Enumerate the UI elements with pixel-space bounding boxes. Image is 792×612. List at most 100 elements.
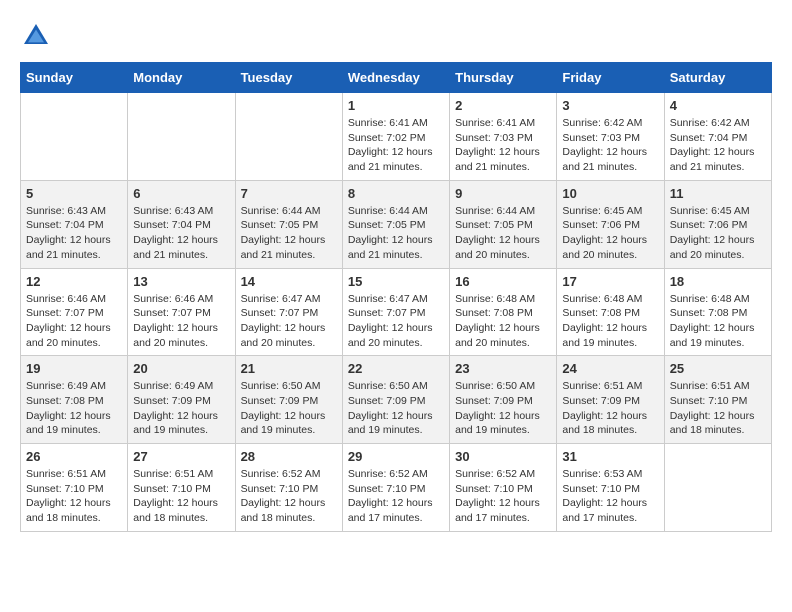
day-info: Sunrise: 6:41 AM Sunset: 7:03 PM Dayligh… <box>455 116 551 175</box>
calendar-week-row: 12 Sunrise: 6:46 AM Sunset: 7:07 PM Dayli… <box>21 268 772 356</box>
day-info: Sunrise: 6:47 AM Sunset: 7:07 PM Dayligh… <box>241 292 337 351</box>
calendar-cell: 29 Sunrise: 6:52 AM Sunset: 7:10 PM Dayli… <box>342 444 449 532</box>
day-info: Sunrise: 6:52 AM Sunset: 7:10 PM Dayligh… <box>455 467 551 526</box>
day-number: 19 <box>26 361 122 376</box>
calendar-cell: 16 Sunrise: 6:48 AM Sunset: 7:08 PM Dayli… <box>450 268 557 356</box>
calendar-cell: 26Sunrise: 6:51 AM Sunset: 7:10 PM Dayli… <box>21 444 128 532</box>
calendar-cell: 17Sunrise: 6:48 AM Sunset: 7:08 PM Dayli… <box>557 268 664 356</box>
calendar-cell: 20 Sunrise: 6:49 AM Sunset: 7:09 PM Dayli… <box>128 356 235 444</box>
calendar-cell: 25Sunrise: 6:51 AM Sunset: 7:10 PM Dayli… <box>664 356 771 444</box>
calendar-cell: 23Sunrise: 6:50 AM Sunset: 7:09 PM Dayli… <box>450 356 557 444</box>
calendar-cell: 3 Sunrise: 6:42 AM Sunset: 7:03 PM Daylig… <box>557 93 664 181</box>
day-number: 30 <box>455 449 551 464</box>
day-number: 29 <box>348 449 444 464</box>
calendar-cell: 24 Sunrise: 6:51 AM Sunset: 7:09 PM Dayli… <box>557 356 664 444</box>
day-info: Sunrise: 6:44 AM Sunset: 7:05 PM Dayligh… <box>348 204 444 263</box>
calendar-cell: 30 Sunrise: 6:52 AM Sunset: 7:10 PM Dayli… <box>450 444 557 532</box>
calendar-cell: 15 Sunrise: 6:47 AM Sunset: 7:07 PM Dayli… <box>342 268 449 356</box>
calendar-cell: 11Sunrise: 6:45 AM Sunset: 7:06 PM Dayli… <box>664 180 771 268</box>
day-number: 24 <box>562 361 658 376</box>
calendar-table: SundayMondayTuesdayWednesdayThursdayFrid… <box>20 62 772 532</box>
day-number: 17 <box>562 274 658 289</box>
calendar-cell: 1 Sunrise: 6:41 AM Sunset: 7:02 PM Daylig… <box>342 93 449 181</box>
day-info: Sunrise: 6:43 AM Sunset: 7:04 PM Dayligh… <box>26 204 122 263</box>
day-number: 4 <box>670 98 766 113</box>
day-info: Sunrise: 6:50 AM Sunset: 7:09 PM Dayligh… <box>241 379 337 438</box>
calendar-day-header: Saturday <box>664 63 771 93</box>
calendar-cell <box>235 93 342 181</box>
day-info: Sunrise: 6:42 AM Sunset: 7:04 PM Dayligh… <box>670 116 766 175</box>
day-number: 6 <box>133 186 229 201</box>
calendar-day-header: Tuesday <box>235 63 342 93</box>
calendar-cell: 12 Sunrise: 6:46 AM Sunset: 7:07 PM Dayli… <box>21 268 128 356</box>
logo-icon <box>20 20 52 52</box>
calendar-cell: 14 Sunrise: 6:47 AM Sunset: 7:07 PM Dayli… <box>235 268 342 356</box>
day-number: 3 <box>562 98 658 113</box>
day-number: 18 <box>670 274 766 289</box>
day-info: Sunrise: 6:44 AM Sunset: 7:05 PM Dayligh… <box>241 204 337 263</box>
day-number: 27 <box>133 449 229 464</box>
logo <box>20 20 56 52</box>
calendar-cell: 6Sunrise: 6:43 AM Sunset: 7:04 PM Daylig… <box>128 180 235 268</box>
day-number: 12 <box>26 274 122 289</box>
calendar-day-header: Thursday <box>450 63 557 93</box>
day-number: 22 <box>348 361 444 376</box>
calendar-day-header: Wednesday <box>342 63 449 93</box>
day-number: 15 <box>348 274 444 289</box>
day-number: 14 <box>241 274 337 289</box>
day-info: Sunrise: 6:42 AM Sunset: 7:03 PM Dayligh… <box>562 116 658 175</box>
calendar-week-row: 1 Sunrise: 6:41 AM Sunset: 7:02 PM Daylig… <box>21 93 772 181</box>
calendar-cell: 19 Sunrise: 6:49 AM Sunset: 7:08 PM Dayli… <box>21 356 128 444</box>
day-number: 2 <box>455 98 551 113</box>
day-info: Sunrise: 6:46 AM Sunset: 7:07 PM Dayligh… <box>26 292 122 351</box>
day-number: 28 <box>241 449 337 464</box>
calendar-day-header: Sunday <box>21 63 128 93</box>
day-info: Sunrise: 6:47 AM Sunset: 7:07 PM Dayligh… <box>348 292 444 351</box>
calendar-week-row: 19 Sunrise: 6:49 AM Sunset: 7:08 PM Dayli… <box>21 356 772 444</box>
day-number: 20 <box>133 361 229 376</box>
day-number: 13 <box>133 274 229 289</box>
day-info: Sunrise: 6:49 AM Sunset: 7:08 PM Dayligh… <box>26 379 122 438</box>
calendar-cell <box>21 93 128 181</box>
calendar-cell: 4 Sunrise: 6:42 AM Sunset: 7:04 PM Daylig… <box>664 93 771 181</box>
day-info: Sunrise: 6:48 AM Sunset: 7:08 PM Dayligh… <box>455 292 551 351</box>
day-number: 1 <box>348 98 444 113</box>
day-info: Sunrise: 6:50 AM Sunset: 7:09 PM Dayligh… <box>455 379 551 438</box>
day-info: Sunrise: 6:46 AM Sunset: 7:07 PM Dayligh… <box>133 292 229 351</box>
calendar-cell: 9Sunrise: 6:44 AM Sunset: 7:05 PM Daylig… <box>450 180 557 268</box>
calendar-cell: 27 Sunrise: 6:51 AM Sunset: 7:10 PM Dayli… <box>128 444 235 532</box>
day-info: Sunrise: 6:51 AM Sunset: 7:10 PM Dayligh… <box>670 379 766 438</box>
day-number: 9 <box>455 186 551 201</box>
day-number: 26 <box>26 449 122 464</box>
day-number: 11 <box>670 186 766 201</box>
day-number: 21 <box>241 361 337 376</box>
day-number: 10 <box>562 186 658 201</box>
day-info: Sunrise: 6:53 AM Sunset: 7:10 PM Dayligh… <box>562 467 658 526</box>
day-info: Sunrise: 6:49 AM Sunset: 7:09 PM Dayligh… <box>133 379 229 438</box>
day-number: 5 <box>26 186 122 201</box>
calendar-cell: 22 Sunrise: 6:50 AM Sunset: 7:09 PM Dayli… <box>342 356 449 444</box>
calendar-cell: 21 Sunrise: 6:50 AM Sunset: 7:09 PM Dayli… <box>235 356 342 444</box>
page-header <box>20 20 772 52</box>
day-info: Sunrise: 6:51 AM Sunset: 7:10 PM Dayligh… <box>133 467 229 526</box>
day-number: 31 <box>562 449 658 464</box>
calendar-cell: 31 Sunrise: 6:53 AM Sunset: 7:10 PM Dayli… <box>557 444 664 532</box>
calendar-cell: 8 Sunrise: 6:44 AM Sunset: 7:05 PM Daylig… <box>342 180 449 268</box>
calendar-cell: 13 Sunrise: 6:46 AM Sunset: 7:07 PM Dayli… <box>128 268 235 356</box>
calendar-week-row: 26 Sunrise: 6:51 AM Sunset: 7:10 PM Dayli… <box>21 444 772 532</box>
day-number: 7 <box>241 186 337 201</box>
day-info: Sunrise: 6:52 AM Sunset: 7:10 PM Dayligh… <box>348 467 444 526</box>
day-info: Sunrise: 6:45 AM Sunset: 7:06 PM Dayligh… <box>562 204 658 263</box>
calendar-week-row: 5 Sunrise: 6:43 AM Sunset: 7:04 PM Daylig… <box>21 180 772 268</box>
calendar-cell: 5 Sunrise: 6:43 AM Sunset: 7:04 PM Daylig… <box>21 180 128 268</box>
day-number: 16 <box>455 274 551 289</box>
day-info: Sunrise: 6:41 AM Sunset: 7:02 PM Dayligh… <box>348 116 444 175</box>
day-info: Sunrise: 6:51 AM Sunset: 7:09 PM Dayligh… <box>562 379 658 438</box>
calendar-cell: 7 Sunrise: 6:44 AM Sunset: 7:05 PM Daylig… <box>235 180 342 268</box>
calendar-cell: 18 Sunrise: 6:48 AM Sunset: 7:08 PM Dayli… <box>664 268 771 356</box>
day-info: Sunrise: 6:50 AM Sunset: 7:09 PM Dayligh… <box>348 379 444 438</box>
day-number: 8 <box>348 186 444 201</box>
calendar-day-header: Monday <box>128 63 235 93</box>
day-info: Sunrise: 6:48 AM Sunset: 7:08 PM Dayligh… <box>670 292 766 351</box>
calendar-cell: 28Sunrise: 6:52 AM Sunset: 7:10 PM Dayli… <box>235 444 342 532</box>
